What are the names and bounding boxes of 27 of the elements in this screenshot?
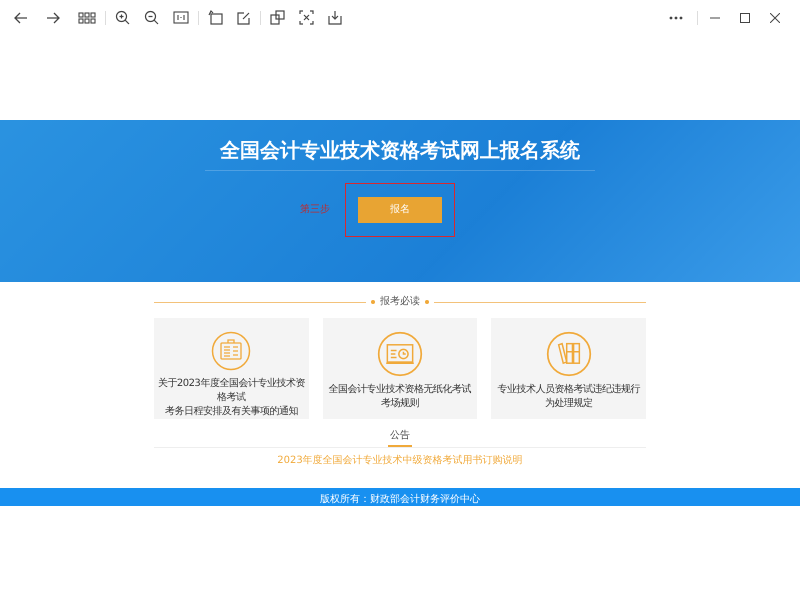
section-heading: 报考必读: [380, 295, 420, 309]
edit-icon[interactable]: [237, 10, 251, 24]
notice-card[interactable]: 专业技术人员资格考试违纪违规行为处理规定: [491, 318, 646, 419]
monitor-icon: [376, 331, 423, 377]
close-icon[interactable]: [770, 12, 780, 22]
notice-card[interactable]: 全国会计专业技术资格无纸化考试考场规则: [322, 318, 478, 419]
card-title: 全国会计专业技术资格无纸化考试考场规则: [328, 383, 472, 411]
books-icon: [546, 331, 592, 377]
copyright-text: 版权所有：财政部会计财务评价中心: [320, 494, 480, 506]
text-scan-icon[interactable]: [299, 10, 314, 25]
card-title: 关于2023年度全国会计专业技术资格考试 考务日程安排及有关事项的通知: [156, 377, 306, 419]
zoom-out-icon[interactable]: [144, 10, 159, 25]
grid-icon[interactable]: [78, 12, 96, 24]
forward-arrow-icon[interactable]: [46, 10, 60, 24]
card-title: 专业技术人员资格考试违纪违规行为处理规定: [496, 383, 642, 411]
download-icon[interactable]: [328, 10, 342, 25]
zoom-in-icon[interactable]: [115, 10, 130, 25]
actual-size-icon[interactable]: [173, 11, 189, 24]
system-title: 全国会计专业技术资格考试网上报名系统: [220, 137, 580, 163]
copy-icon[interactable]: [270, 10, 285, 25]
minimize-icon[interactable]: [710, 16, 720, 18]
step-label: 第三步: [300, 202, 330, 217]
notice-card[interactable]: 关于2023年度全国会计专业技术资格考试 考务日程安排及有关事项的通知: [154, 318, 309, 419]
back-arrow-icon[interactable]: [14, 10, 28, 24]
maximize-icon[interactable]: [740, 12, 750, 22]
more-icon[interactable]: [669, 16, 683, 20]
rotate-icon[interactable]: [208, 10, 223, 25]
